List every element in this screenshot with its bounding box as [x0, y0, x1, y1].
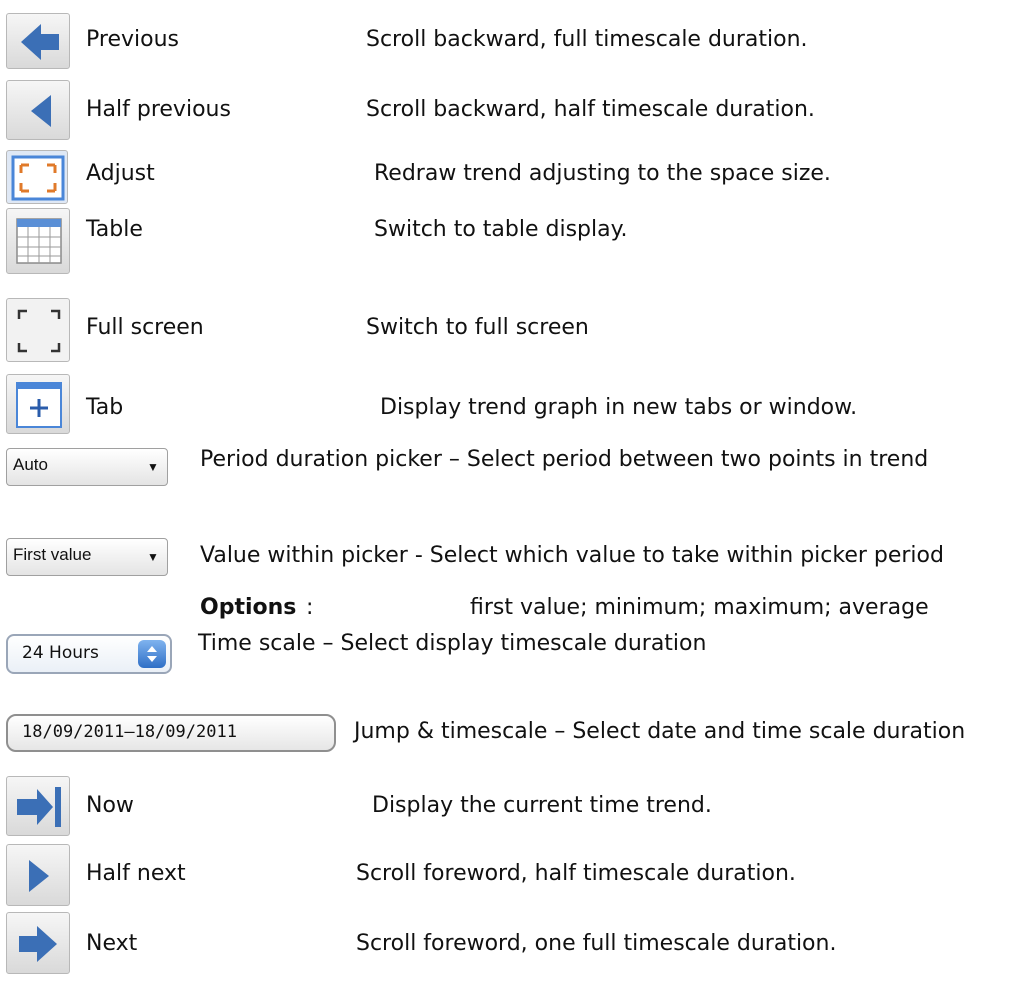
- row-value-picker: First value ▼ Value within picker - Sele…: [0, 532, 1022, 582]
- full-screen-desc: Switch to full screen: [366, 315, 589, 340]
- half-next-desc: Scroll foreword, half timescale duration…: [356, 861, 796, 886]
- row-period-picker: Auto ▼ Period duration picker – Select p…: [0, 446, 1022, 496]
- value-picker-value: First value: [13, 545, 92, 564]
- previous-button[interactable]: [6, 13, 70, 69]
- now-desc: Display the current time trend.: [372, 793, 712, 818]
- arrow-to-end-icon: [17, 787, 61, 827]
- tab-button[interactable]: [6, 374, 70, 434]
- options-label: Options: [200, 595, 297, 620]
- adjust-desc: Redraw trend adjusting to the space size…: [374, 161, 831, 186]
- row-table: Table Switch to table display.: [0, 206, 1022, 274]
- next-label: Next: [86, 931, 138, 956]
- table-icon: [16, 218, 62, 264]
- next-desc: Scroll foreword, one full timescale dura…: [356, 931, 837, 956]
- row-half-previous: Half previous Scroll backward, half time…: [0, 78, 1022, 140]
- options-colon: :: [306, 595, 314, 620]
- half-next-button[interactable]: [6, 844, 70, 906]
- next-button[interactable]: [6, 912, 70, 974]
- table-button[interactable]: [6, 208, 70, 274]
- chevron-down-icon: ▼: [147, 460, 159, 474]
- fullscreen-icon: [17, 309, 61, 353]
- full-screen-label: Full screen: [86, 315, 204, 340]
- new-tab-icon: [16, 382, 62, 428]
- arrow-right-icon: [19, 926, 57, 962]
- tab-label: Tab: [86, 395, 124, 420]
- row-next: Next Scroll foreword, one full timescale…: [0, 910, 1022, 976]
- date-range-value: 18/09/2011–18/09/2011: [22, 722, 237, 742]
- triangle-right-icon: [29, 860, 49, 892]
- tab-desc: Display trend graph in new tabs or windo…: [380, 395, 858, 420]
- jump-timescale-desc: Jump & timescale – Select date and time …: [354, 719, 966, 744]
- half-previous-label: Half previous: [86, 97, 231, 122]
- half-next-label: Half next: [86, 861, 186, 886]
- fit-frame-icon: [11, 155, 65, 201]
- time-scale-desc: Time scale – Select display timescale du…: [198, 631, 707, 656]
- value-within-picker[interactable]: First value ▼: [6, 538, 168, 576]
- date-range-button[interactable]: 18/09/2011–18/09/2011: [6, 714, 336, 752]
- time-scale-select[interactable]: 24 Hours: [6, 634, 172, 674]
- row-full-screen: Full screen Switch to full screen: [0, 298, 1022, 362]
- arrow-left-icon: [21, 24, 59, 60]
- row-adjust: Adjust Redraw trend adjusting to the spa…: [0, 148, 1022, 204]
- previous-label: Previous: [86, 27, 179, 52]
- table-desc: Switch to table display.: [374, 217, 628, 242]
- half-previous-desc: Scroll backward, half timescale duration…: [366, 97, 815, 122]
- now-button[interactable]: [6, 776, 70, 836]
- triangle-left-icon: [31, 95, 51, 127]
- chevron-down-icon: ▼: [147, 550, 159, 564]
- period-duration-picker[interactable]: Auto ▼: [6, 448, 168, 486]
- period-picker-value: Auto: [13, 455, 48, 474]
- time-scale-value: 24 Hours: [22, 643, 99, 663]
- adjust-button[interactable]: [6, 150, 68, 204]
- row-options: Options : first value; minimum; maximum;…: [0, 588, 1022, 628]
- row-now: Now Display the current time trend.: [0, 772, 1022, 838]
- row-time-scale: 24 Hours Time scale – Select display tim…: [0, 626, 1022, 682]
- row-half-next: Half next Scroll foreword, half timescal…: [0, 842, 1022, 906]
- table-label: Table: [86, 217, 143, 242]
- row-tab: Tab Display trend graph in new tabs or w…: [0, 370, 1022, 436]
- options-text: first value; minimum; maximum; average: [470, 595, 929, 620]
- time-scale-stepper[interactable]: [138, 640, 166, 668]
- now-label: Now: [86, 793, 134, 818]
- up-down-arrows-icon: [147, 646, 157, 662]
- row-jump-timescale: 18/09/2011–18/09/2011 Jump & timescale –…: [0, 702, 1022, 764]
- full-screen-button[interactable]: [6, 298, 70, 362]
- row-previous: Previous Scroll backward, full timescale…: [0, 10, 1022, 70]
- value-picker-desc: Value within picker - Select which value…: [200, 543, 944, 568]
- period-picker-desc: Period duration picker – Select period b…: [200, 447, 929, 472]
- previous-desc: Scroll backward, full timescale duration…: [366, 27, 808, 52]
- adjust-label: Adjust: [86, 161, 155, 186]
- half-previous-button[interactable]: [6, 80, 70, 140]
